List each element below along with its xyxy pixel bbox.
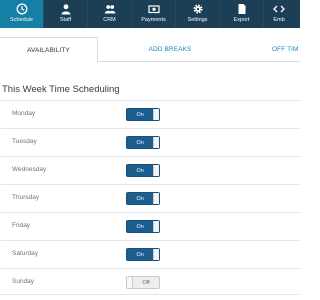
nav-export[interactable]: Export xyxy=(220,0,264,28)
wednesday-toggle[interactable]: On xyxy=(126,164,160,177)
crm-icon xyxy=(104,5,115,14)
thursday-toggle[interactable]: On xyxy=(126,192,160,205)
nav-payments-label: Payments xyxy=(141,17,166,23)
monday-toggle[interactable]: On xyxy=(126,108,160,121)
staff-icon xyxy=(61,4,70,15)
toggle-knob xyxy=(153,165,159,176)
nav-schedule-label: Schedule xyxy=(10,17,33,23)
toggle-state-label: On xyxy=(136,167,144,174)
toggle-knob xyxy=(153,221,159,232)
schedule-row-sunday: Sunday Off xyxy=(1,268,300,295)
nav-embed-label: Emb xyxy=(273,17,285,23)
payments-icon xyxy=(147,5,160,14)
day-label: Thursday xyxy=(12,194,40,201)
toggle-knob xyxy=(153,137,159,148)
friday-toggle[interactable]: On xyxy=(126,220,160,233)
toggle-knob xyxy=(153,193,159,204)
toggle-state-label: On xyxy=(136,223,144,230)
schedule-icon xyxy=(16,3,27,15)
sunday-toggle[interactable]: Off xyxy=(126,276,160,289)
section-title: This Week Time Scheduling xyxy=(2,84,120,95)
day-label: Sunday xyxy=(12,278,35,285)
tab-off-time[interactable]: OFF TIM xyxy=(272,37,312,61)
nav-crm-label: CRM xyxy=(103,17,116,23)
schedule-list: Monday On Tuesday On Wednesday On Thursd… xyxy=(1,100,300,296)
schedule-row-thursday: Thursday On xyxy=(1,184,300,211)
settings-icon xyxy=(192,4,203,14)
schedule-row-friday: Friday On xyxy=(1,212,300,239)
tab-availability[interactable]: AVAILABILITY xyxy=(0,37,98,62)
day-label: Tuesday xyxy=(12,138,37,145)
nav-embed[interactable]: Emb xyxy=(264,0,294,28)
nav-schedule[interactable]: Schedule xyxy=(0,0,44,28)
nav-export-label: Export xyxy=(233,17,250,23)
nav-crm[interactable]: CRM xyxy=(88,0,132,28)
embed-icon xyxy=(273,5,285,13)
schedule-row-saturday: Saturday On xyxy=(1,240,300,267)
day-label: Friday xyxy=(12,222,31,229)
schedule-row-tuesday: Tuesday On xyxy=(1,128,300,155)
top-navigation: Schedule Staff CRM Payments Settings Exp… xyxy=(0,0,300,28)
schedule-row-wednesday: Wednesday On xyxy=(1,156,300,183)
toggle-state-label: On xyxy=(136,195,144,202)
toggle-state-label: On xyxy=(136,111,144,118)
toggle-knob xyxy=(153,249,159,260)
saturday-toggle[interactable]: On xyxy=(126,248,160,261)
toggle-state-label: Off xyxy=(142,279,150,286)
day-label: Saturday xyxy=(12,250,39,257)
nav-staff[interactable]: Staff xyxy=(44,0,88,28)
toggle-knob xyxy=(153,109,159,120)
export-icon xyxy=(238,4,245,14)
day-label: Monday xyxy=(12,110,36,117)
availability-tabs: AVAILABILITY ADD BREAKS OFF TIM xyxy=(0,37,300,62)
toggle-state-label: On xyxy=(136,251,144,258)
nav-settings-label: Settings xyxy=(187,17,208,23)
toggle-state-label: On xyxy=(136,139,144,146)
nav-staff-label: Staff xyxy=(59,17,72,23)
tab-add-breaks[interactable]: ADD BREAKS xyxy=(120,37,220,61)
day-label: Wednesday xyxy=(12,166,47,173)
nav-payments[interactable]: Payments xyxy=(132,0,176,28)
schedule-row-monday: Monday On xyxy=(1,100,300,127)
nav-settings[interactable]: Settings xyxy=(176,0,220,28)
tuesday-toggle[interactable]: On xyxy=(126,136,160,149)
